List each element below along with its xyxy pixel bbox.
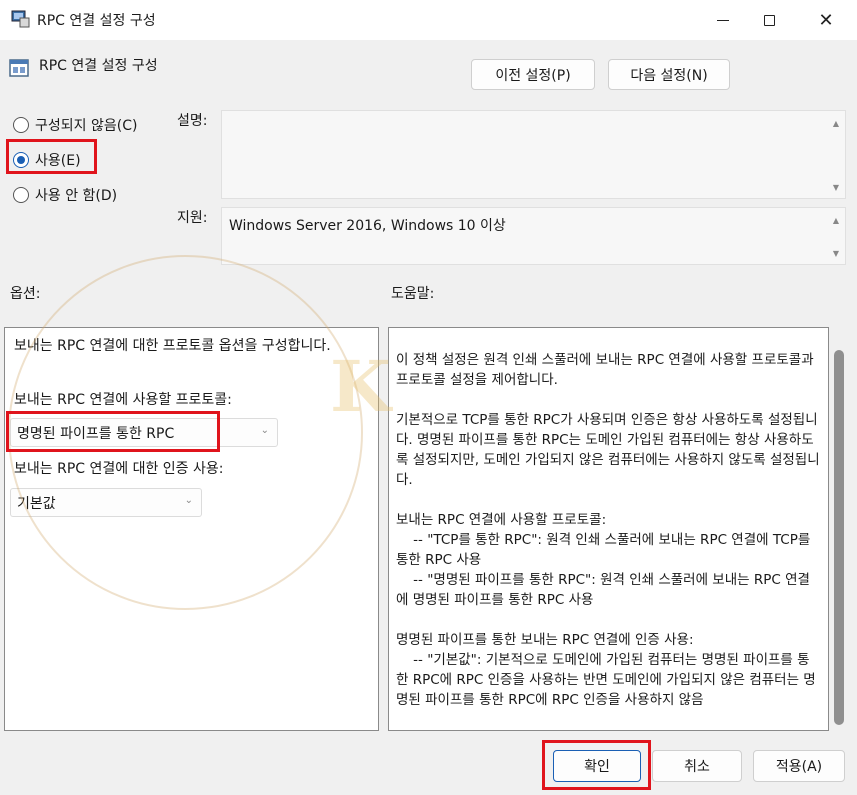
policy-window-icon [11,10,30,28]
radio-not-configured[interactable]: 구성되지 않음(C) [13,115,137,135]
supported-on-textbox: Windows Server 2016, Windows 10 이상 ▲ ▼ [221,207,846,265]
help-text: 이 정책 설정은 원격 인쇄 스풀러에 보내는 RPC 연결에 사용할 프로토콜… [396,352,820,708]
radio-enabled[interactable]: 사용(E) [13,150,81,170]
radio-enabled-indicator[interactable] [13,152,29,168]
supported-label: 지원: [177,210,208,226]
scroll-down-icon[interactable]: ▼ [833,183,839,192]
options-heading: 옵션: [10,286,41,302]
previous-setting-button[interactable]: 이전 설정(P) [471,59,595,90]
radio-disabled-indicator[interactable] [13,187,29,203]
settings-page-icon [9,59,29,77]
help-panel: 이 정책 설정은 원격 인쇄 스풀러에 보내는 RPC 연결에 사용할 프로토콜… [388,327,829,731]
supported-on-value: Windows Server 2016, Windows 10 이상 [229,218,506,234]
maximize-button[interactable] [746,0,792,40]
close-button[interactable]: ✕ [803,0,849,40]
comment-label: 설명: [177,113,208,129]
cancel-button[interactable]: 취소 [652,750,742,782]
policy-title: RPC 연결 설정 구성 [39,58,158,74]
minimize-icon [717,19,729,21]
radio-not-configured-indicator[interactable] [13,117,29,133]
radio-disabled-label: 사용 안 함(D) [35,188,118,204]
scroll-up-icon[interactable]: ▲ [833,216,839,225]
comment-textbox[interactable]: ▲ ▼ [221,110,846,199]
radio-disabled[interactable]: 사용 안 함(D) [13,185,117,205]
ok-button[interactable]: 확인 [553,750,641,782]
radio-enabled-label: 사용(E) [35,153,81,169]
help-scrollbar-thumb[interactable] [834,350,844,725]
watermark-seal [8,255,363,610]
maximize-icon [763,14,775,26]
close-icon: ✕ [818,9,834,31]
scroll-up-icon[interactable]: ▲ [833,119,839,128]
scroll-down-icon[interactable]: ▼ [833,249,839,258]
help-heading: 도움말: [391,286,435,302]
radio-not-configured-label: 구성되지 않음(C) [35,118,138,134]
next-setting-button[interactable]: 다음 설정(N) [608,59,730,90]
watermark-text: K [330,345,391,428]
minimize-button[interactable] [700,0,746,40]
apply-button[interactable]: 적용(A) [753,750,845,782]
window-title: RPC 연결 설정 구성 [37,13,156,29]
